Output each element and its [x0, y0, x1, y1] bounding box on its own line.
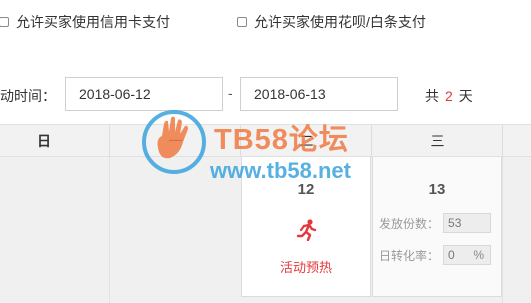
watermark: TB58论坛 www.tb58.net [140, 108, 410, 188]
conversion-rate-input[interactable]: 0% [443, 245, 492, 265]
day-status: 活动预热 [279, 260, 332, 275]
hand-logo-icon [142, 110, 206, 174]
percent-unit: % [473, 248, 485, 262]
header-divider [502, 125, 503, 157]
running-person-icon [296, 219, 317, 241]
date-separator: - [228, 85, 233, 101]
conversion-rate-label: 日转化率： [379, 248, 440, 263]
issue-count-row: 发放份数： 53 [379, 213, 492, 233]
huabei-option[interactable]: 允许买家使用花呗/白条支付 [237, 12, 426, 32]
total-days-prefix: 共 [425, 88, 439, 104]
conversion-rate-value: 0 [448, 248, 455, 262]
end-date-input[interactable]: 2018-06-13 [240, 77, 398, 111]
activity-time-label: 动时间： [0, 88, 56, 104]
total-days-suffix: 天 [458, 88, 473, 104]
total-days-count: 2 [445, 88, 453, 104]
watermark-url: www.tb58.net [210, 158, 351, 183]
watermark-title: TB58论坛 [214, 124, 349, 156]
credit-card-option[interactable]: 允许买家使用信用卡支付 [0, 12, 170, 32]
start-date-input[interactable]: 2018-06-12 [65, 77, 223, 111]
weekday-sun: 日 [37, 133, 51, 149]
huabei-label: 允许买家使用花呗/白条支付 [254, 14, 426, 30]
huabei-checkbox[interactable] [237, 17, 247, 27]
issue-count-value: 53 [448, 216, 462, 230]
conversion-rate-row: 日转化率： 0% [379, 245, 492, 265]
total-days: 共2天 [425, 86, 473, 106]
payment-options: 允许买家使用信用卡支付 允许买家使用花呗/白条支付 [0, 12, 531, 34]
credit-card-label: 允许买家使用信用卡支付 [16, 14, 170, 30]
issue-count-input[interactable]: 53 [443, 213, 492, 233]
issue-count-label: 发放份数： [379, 216, 440, 231]
body-divider [109, 157, 110, 303]
credit-card-checkbox[interactable] [0, 17, 9, 27]
body-divider [502, 157, 503, 303]
